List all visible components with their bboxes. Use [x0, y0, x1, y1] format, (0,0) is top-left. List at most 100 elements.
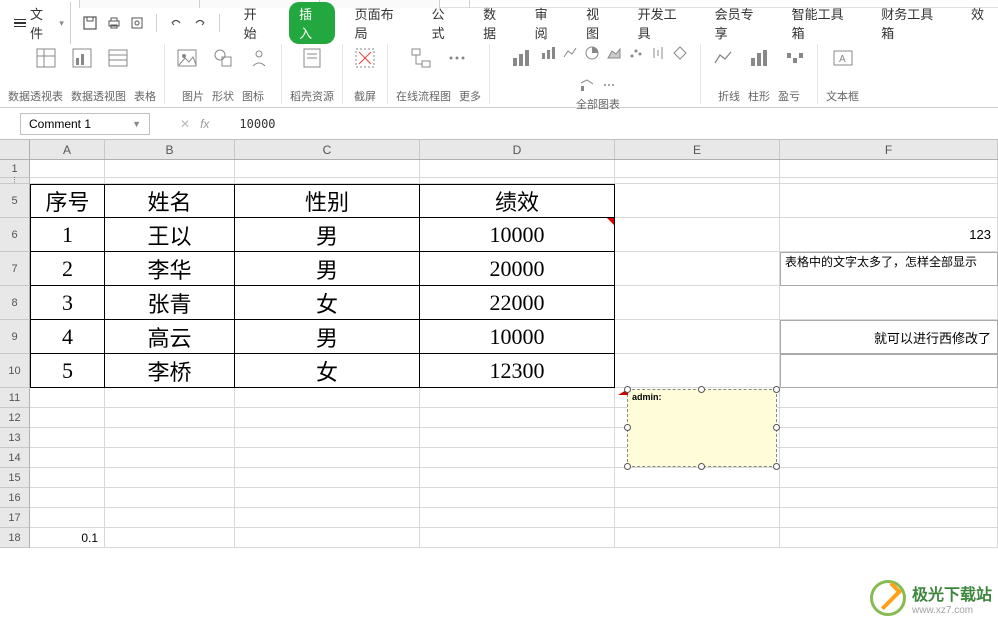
- bar-chart-icon[interactable]: [539, 44, 557, 62]
- line-chart-icon[interactable]: [561, 44, 579, 62]
- pie-chart-icon[interactable]: [583, 44, 601, 62]
- row-header-15[interactable]: 15: [0, 468, 30, 488]
- row-header-8[interactable]: 8: [0, 286, 30, 320]
- cell-D8[interactable]: 22000: [420, 286, 615, 320]
- area-chart-icon[interactable]: [605, 44, 623, 62]
- cell-D6[interactable]: 10000: [420, 218, 615, 252]
- cell-A5[interactable]: 序号: [30, 184, 105, 218]
- docer-icon[interactable]: [298, 44, 326, 72]
- icons-icon[interactable]: [245, 44, 273, 72]
- cell-F6[interactable]: 123: [780, 218, 998, 252]
- more-icon[interactable]: [443, 44, 471, 72]
- resize-handle[interactable]: [624, 424, 631, 431]
- picture-icon[interactable]: [173, 44, 201, 72]
- row-header-7[interactable]: 7: [0, 252, 30, 286]
- shapes-icon[interactable]: [209, 44, 237, 72]
- tab-vip[interactable]: 会员专享: [709, 2, 772, 44]
- cell-B9[interactable]: 高云: [105, 320, 235, 354]
- table-icon[interactable]: [104, 44, 132, 72]
- cell-F9[interactable]: 就可以进行西修改了: [780, 320, 998, 354]
- redo-icon[interactable]: [189, 12, 211, 34]
- spreadsheet-grid[interactable]: A B C D E F 1 ⋮ 5 序号 姓名 性别 绩效 6 1 王以 男 1…: [0, 140, 998, 548]
- cell-A18[interactable]: 0.1: [30, 528, 105, 548]
- fx-label[interactable]: fx: [200, 117, 209, 131]
- cell-A7[interactable]: 2: [30, 252, 105, 286]
- tab-pagelayout[interactable]: 页面布局: [349, 2, 412, 44]
- row-header-5[interactable]: 5: [0, 184, 30, 218]
- col-header-B[interactable]: B: [105, 140, 235, 159]
- col-header-C[interactable]: C: [235, 140, 420, 159]
- name-box[interactable]: Comment 1 ▼: [20, 113, 150, 135]
- col-header-D[interactable]: D: [420, 140, 615, 159]
- cell-C7[interactable]: 男: [235, 252, 420, 286]
- row-header-13[interactable]: 13: [0, 428, 30, 448]
- tab-more[interactable]: 效: [965, 2, 990, 44]
- cell-C10[interactable]: 女: [235, 354, 420, 388]
- screenshot-icon[interactable]: [351, 44, 379, 72]
- sparkline-winloss-icon[interactable]: [781, 44, 809, 72]
- stock-icon[interactable]: [649, 44, 667, 62]
- print-icon[interactable]: [103, 12, 125, 34]
- undo-icon[interactable]: [165, 12, 187, 34]
- cell-C8[interactable]: 女: [235, 286, 420, 320]
- resize-handle[interactable]: [773, 386, 780, 393]
- row-header-12[interactable]: 12: [0, 408, 30, 428]
- row-header-11[interactable]: 11: [0, 388, 30, 408]
- comment-box[interactable]: admin:: [627, 389, 777, 467]
- tab-data[interactable]: 数据: [477, 2, 515, 44]
- row-header-18[interactable]: 18: [0, 528, 30, 548]
- sparkline-column-icon[interactable]: [745, 44, 773, 72]
- col-header-F[interactable]: F: [780, 140, 998, 159]
- cell-A9[interactable]: 4: [30, 320, 105, 354]
- cell-B8[interactable]: 张青: [105, 286, 235, 320]
- resize-handle[interactable]: [624, 463, 631, 470]
- pivot-table-icon[interactable]: [32, 44, 60, 72]
- combo-icon[interactable]: [578, 76, 596, 94]
- pivot-chart-icon[interactable]: [68, 44, 96, 72]
- cancel-icon[interactable]: ✕: [180, 117, 190, 131]
- formula-value[interactable]: 10000: [239, 117, 275, 131]
- cell-B10[interactable]: 李桥: [105, 354, 235, 388]
- flowchart-icon[interactable]: [407, 44, 435, 72]
- tab-insert[interactable]: 插入: [289, 2, 335, 44]
- cell-B6[interactable]: 王以: [105, 218, 235, 252]
- row-header-6[interactable]: 6: [0, 218, 30, 252]
- tab-devtools[interactable]: 开发工具: [632, 2, 695, 44]
- row-header-17[interactable]: 17: [0, 508, 30, 528]
- tab-formula[interactable]: 公式: [426, 2, 464, 44]
- resize-handle[interactable]: [698, 386, 705, 393]
- row-header-1[interactable]: 1: [0, 160, 30, 178]
- radar-icon[interactable]: [671, 44, 689, 62]
- sparkline-line-icon[interactable]: [709, 44, 737, 72]
- cell-B7[interactable]: 李华: [105, 252, 235, 286]
- tab-start[interactable]: 开始: [238, 2, 276, 44]
- all-charts-icon[interactable]: [507, 44, 535, 72]
- cell-C9[interactable]: 男: [235, 320, 420, 354]
- cell-A10[interactable]: 5: [30, 354, 105, 388]
- cell-D5[interactable]: 绩效: [420, 184, 615, 218]
- tab-finance[interactable]: 财务工具箱: [875, 2, 951, 44]
- resize-handle[interactable]: [773, 463, 780, 470]
- row-header-9[interactable]: 9: [0, 320, 30, 354]
- resize-handle[interactable]: [698, 463, 705, 470]
- tab-view[interactable]: 视图: [580, 2, 618, 44]
- cell-C6[interactable]: 男: [235, 218, 420, 252]
- tab-smarttool[interactable]: 智能工具箱: [786, 2, 862, 44]
- col-header-A[interactable]: A: [30, 140, 105, 159]
- cell-F7[interactable]: 表格中的文字太多了，怎样全部显示: [780, 252, 998, 286]
- cell-B5[interactable]: 姓名: [105, 184, 235, 218]
- resize-handle[interactable]: [773, 424, 780, 431]
- cell-C5[interactable]: 性别: [235, 184, 420, 218]
- cell-D7[interactable]: 20000: [420, 252, 615, 286]
- cell-A6[interactable]: 1: [30, 218, 105, 252]
- row-header-10[interactable]: 10: [0, 354, 30, 388]
- cell-A8[interactable]: 3: [30, 286, 105, 320]
- row-header-14[interactable]: 14: [0, 448, 30, 468]
- cell-D10[interactable]: 12300: [420, 354, 615, 388]
- more-chart-icon[interactable]: [600, 76, 618, 94]
- textbox-icon[interactable]: A: [829, 44, 857, 72]
- col-header-E[interactable]: E: [615, 140, 780, 159]
- file-menu[interactable]: 文件 ▾: [8, 2, 71, 44]
- row-header-16[interactable]: 16: [0, 488, 30, 508]
- save-icon[interactable]: [79, 12, 101, 34]
